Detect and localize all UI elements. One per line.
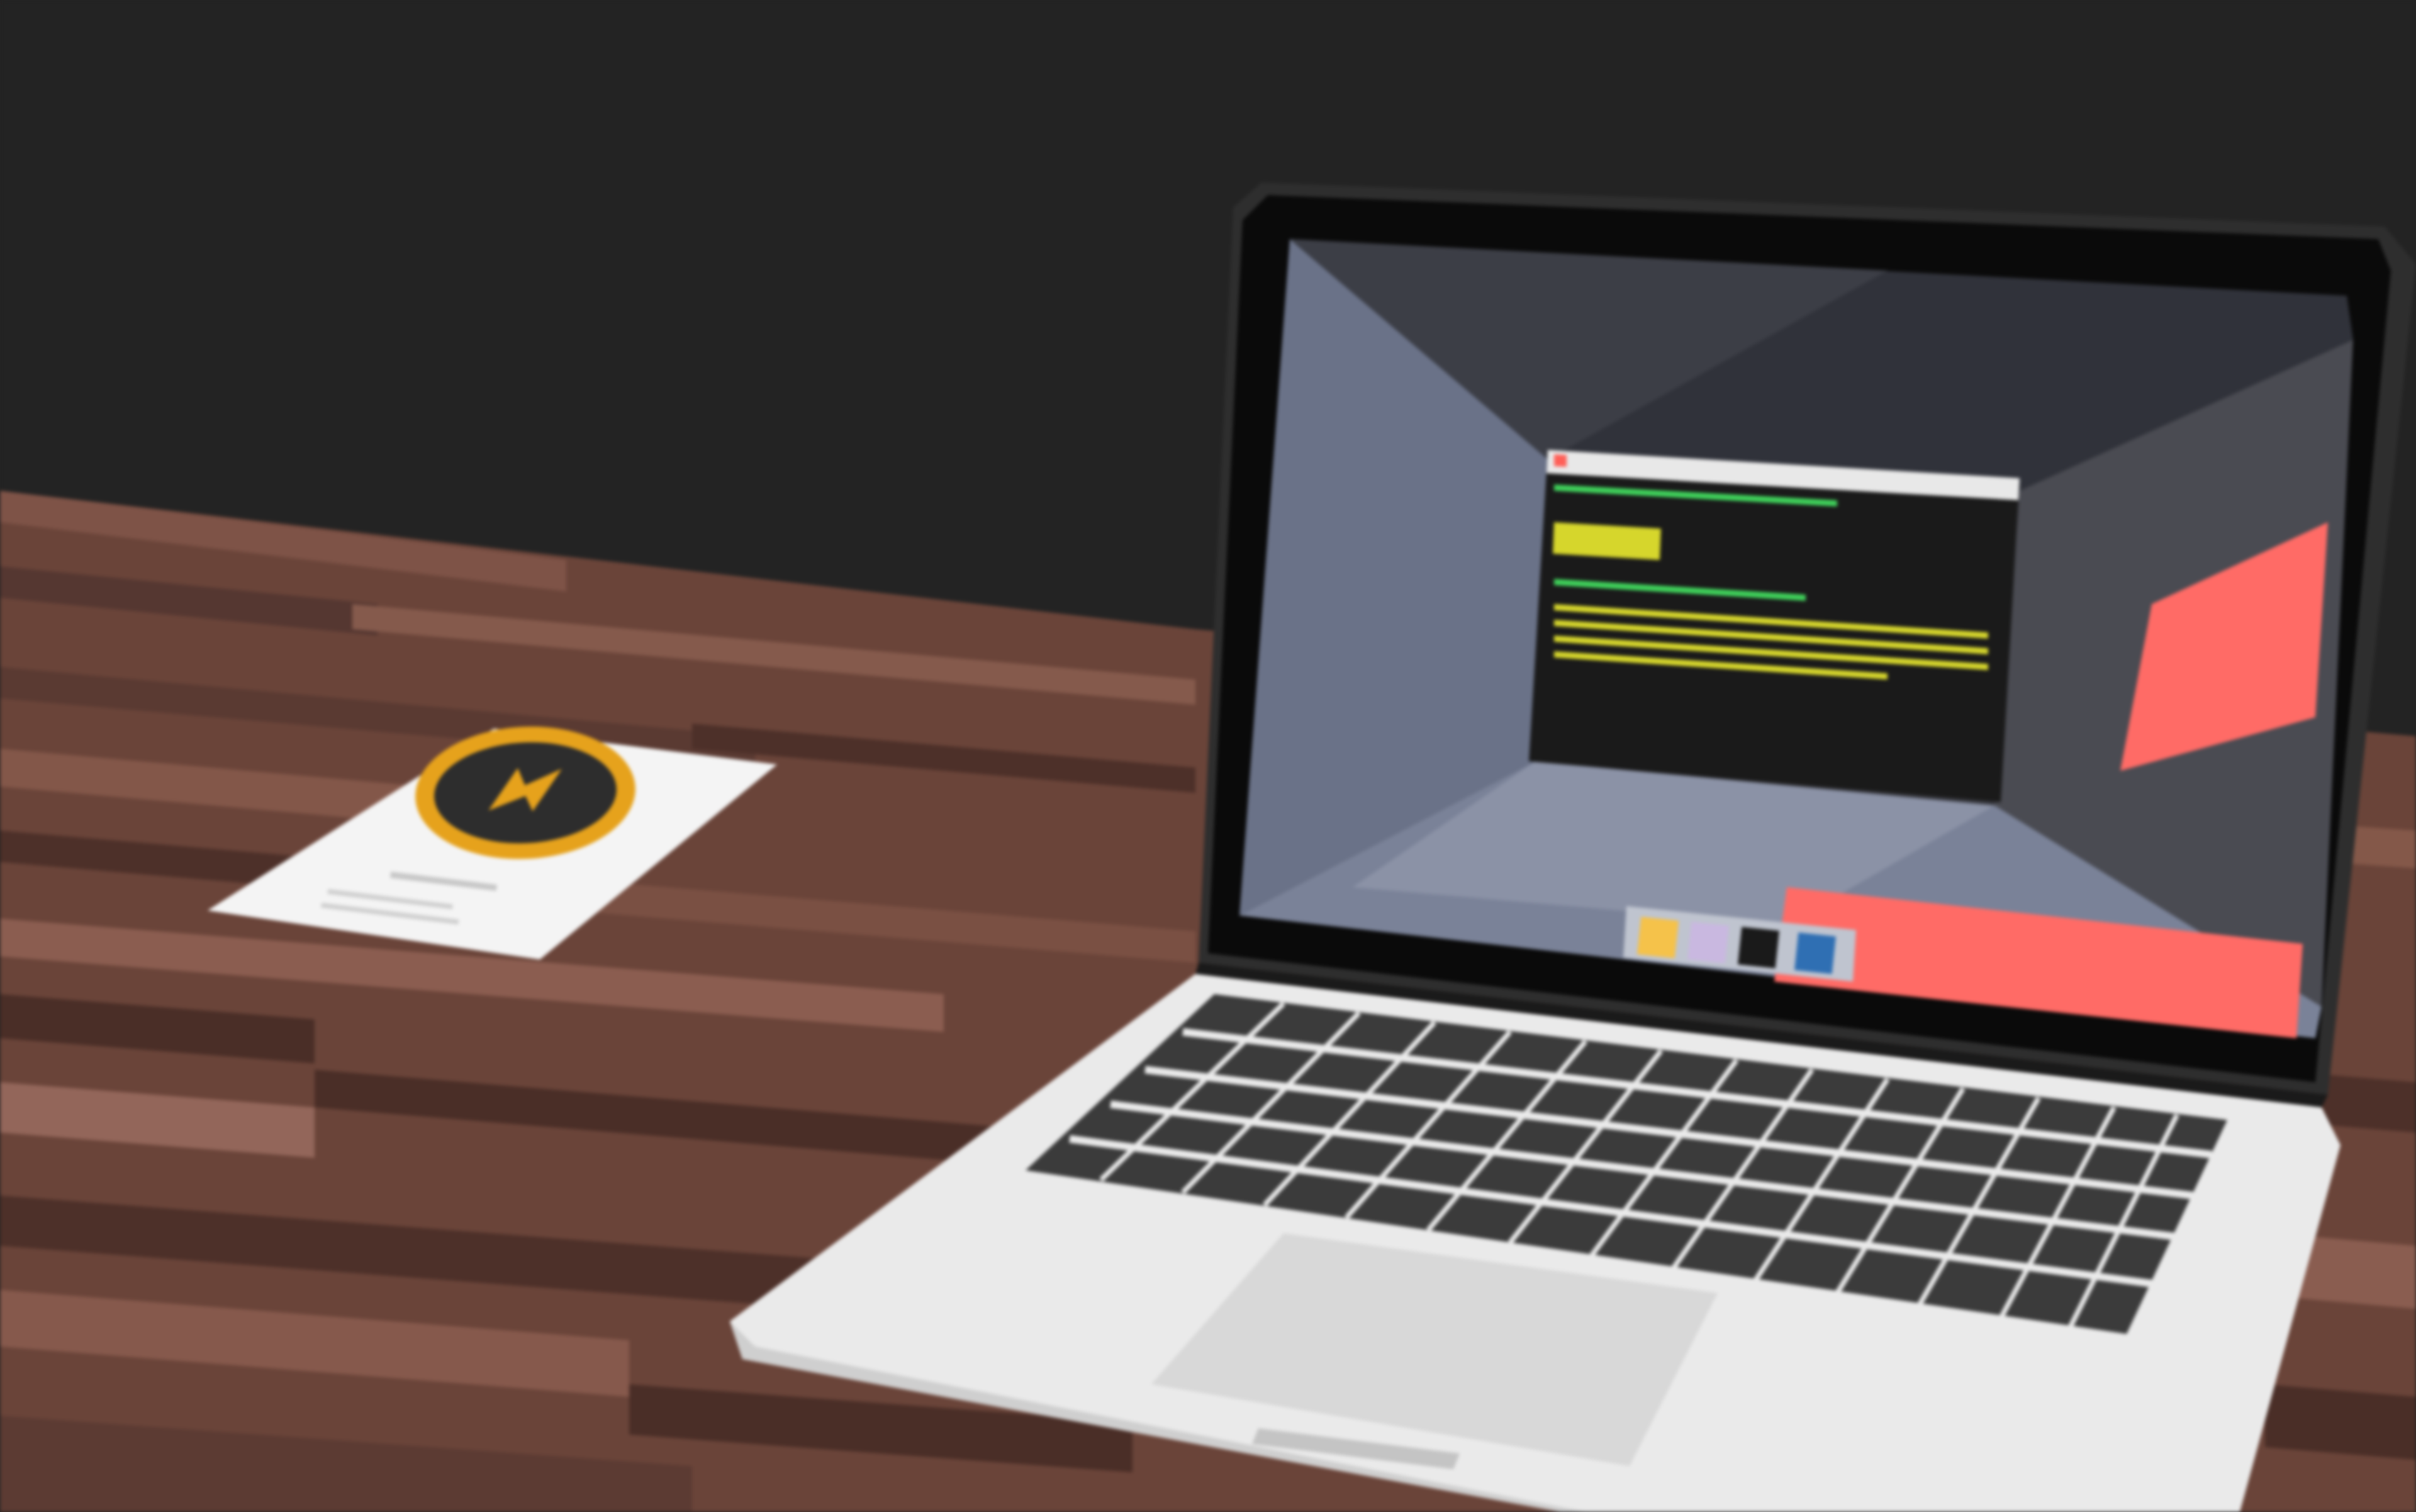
- plank: [2265, 1384, 2416, 1460]
- dock-app-icon: [1794, 932, 1836, 974]
- terminal-window-icon: [1529, 450, 2020, 802]
- dock-app-icon: [1738, 927, 1779, 968]
- dock-app-icon: [1637, 917, 1679, 958]
- terminal-close-button: [1554, 454, 1567, 467]
- illustration-scene: [0, 0, 2416, 1512]
- dock-app-icon: [1687, 922, 1729, 963]
- scene-canvas: [0, 0, 2416, 1512]
- terminal-line-yellow: [1553, 522, 1661, 560]
